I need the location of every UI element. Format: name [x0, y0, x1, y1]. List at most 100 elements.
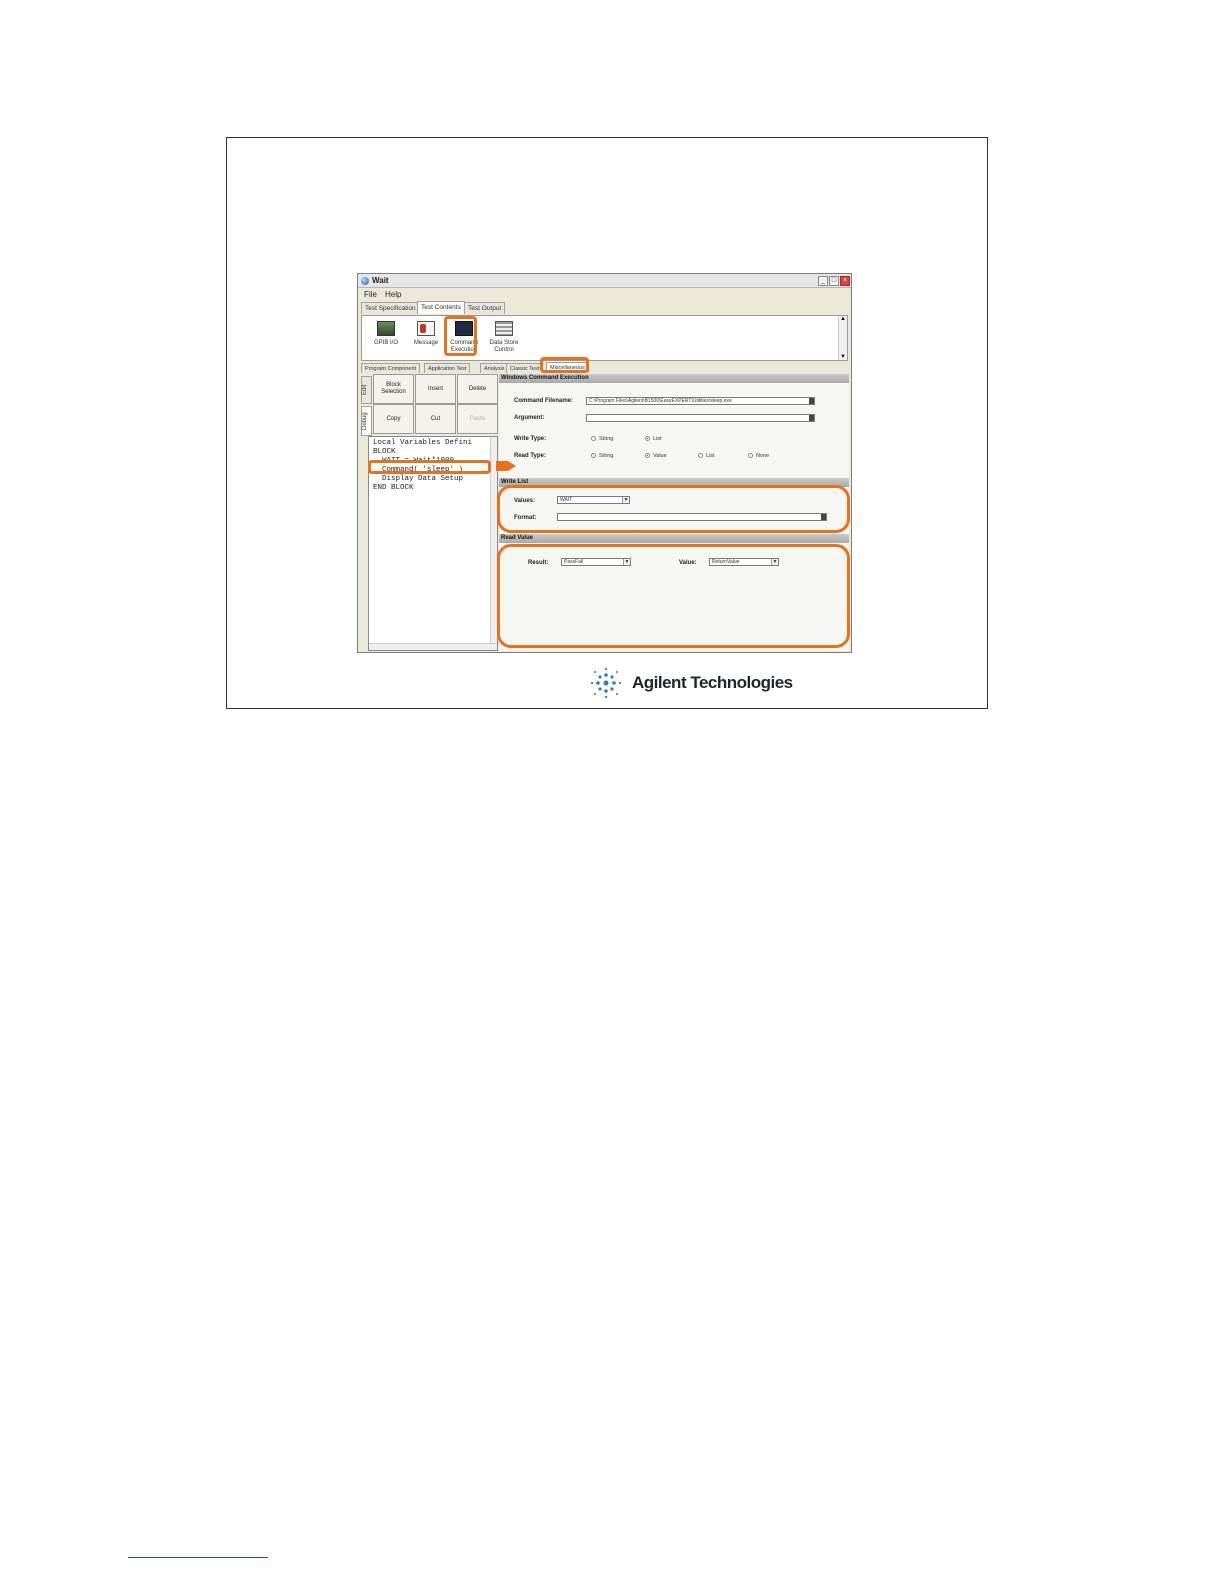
value-label: Value: — [679, 560, 697, 566]
tab-test-specification[interactable]: Test Specification — [361, 302, 420, 314]
toolbox-scrollbar[interactable]: ▲ ▼ — [838, 316, 847, 360]
agilent-spark-icon — [590, 667, 622, 699]
radio-label: Value — [653, 453, 667, 459]
code-line-selected[interactable]: Command( 'sleep' ) — [373, 466, 463, 475]
tab-classic-test[interactable]: Classic Test — [506, 363, 544, 373]
toolbox: GPIB I/O Message Command Execution Data … — [361, 315, 848, 361]
message-icon — [417, 321, 435, 336]
result-dropdown[interactable]: PassFail ▼ — [561, 558, 631, 566]
menu-bar: File Help — [358, 289, 851, 300]
section-header-read-value: Read Value — [499, 534, 849, 543]
values-dropdown[interactable]: WAIT ▼ — [557, 496, 630, 504]
write-type-string-radio[interactable]: String — [591, 436, 613, 442]
tool-label: GPIB I/O — [373, 340, 398, 346]
section-header-write-list: Write List — [499, 478, 849, 487]
tab-test-output[interactable]: Test Output — [464, 302, 506, 314]
chevron-down-icon[interactable]: ▼ — [622, 497, 629, 503]
command-execution-icon — [455, 321, 473, 336]
read-type-label: Read Type: — [514, 453, 546, 459]
tool-label: Message — [413, 340, 439, 346]
code-line[interactable]: BLOCK — [373, 448, 396, 457]
arrow-right-icon — [496, 461, 516, 471]
command-filename-label: Command Filename: — [514, 398, 574, 404]
radio-off-icon — [698, 453, 703, 459]
close-button[interactable]: × — [840, 276, 850, 286]
radio-off-icon — [748, 453, 753, 459]
browse-icon[interactable] — [809, 398, 814, 404]
radio-label: List — [653, 436, 662, 442]
chevron-down-icon[interactable]: ▼ — [771, 559, 778, 565]
gpib-icon — [377, 321, 395, 336]
tool-gpib-io[interactable]: GPIB I/O — [366, 319, 406, 359]
read-type-value-radio[interactable]: Value — [645, 453, 667, 459]
menu-file[interactable]: File — [364, 290, 377, 299]
window-title: Wait — [372, 276, 389, 285]
value-selected: ReturnValue — [712, 559, 740, 565]
arrow-head — [508, 461, 516, 471]
paste-button[interactable]: Paste — [457, 404, 498, 434]
maximize-button[interactable]: □ — [829, 276, 839, 286]
radio-on-icon — [645, 453, 650, 459]
app-icon — [361, 277, 369, 285]
footer-rule — [128, 1557, 268, 1558]
agilent-wordmark: Agilent Technologies — [632, 673, 793, 692]
tool-label: Data Store Control — [489, 340, 519, 353]
tool-data-store-control[interactable]: Data Store Control — [484, 319, 524, 359]
tab-test-contents[interactable]: Test Contents — [417, 301, 465, 314]
values-selected: WAIT — [560, 497, 573, 503]
tool-command-execution[interactable]: Command Execution — [444, 319, 484, 359]
edit-button-grid: Block Selection Insert Delete Copy Cut P… — [373, 374, 498, 434]
properties-pane: Windows Command Execution Command Filena… — [499, 374, 849, 651]
code-line[interactable]: END BLOCK — [373, 484, 414, 493]
tool-label: Command Execution — [450, 340, 478, 353]
insert-button[interactable]: Insert — [415, 374, 456, 404]
scroll-up-icon[interactable]: ▲ — [839, 316, 847, 322]
menu-help[interactable]: Help — [385, 290, 401, 299]
radio-off-icon — [591, 453, 596, 459]
copy-button[interactable]: Copy — [373, 404, 414, 434]
tab-program-component[interactable]: Program Component — [361, 363, 421, 373]
write-type-list-radio[interactable]: List — [645, 436, 662, 442]
format-field[interactable] — [557, 513, 827, 521]
code-horizontal-scrollbar[interactable] — [369, 643, 497, 650]
value-dropdown[interactable]: ReturnValue ▼ — [709, 558, 779, 566]
side-tab-edit[interactable]: Edit — [361, 376, 372, 404]
browse-icon[interactable] — [821, 514, 826, 520]
minimize-button[interactable]: _ — [818, 276, 828, 286]
radio-label: String — [599, 453, 614, 459]
side-tab-debug[interactable]: Debug — [361, 406, 372, 436]
code-line[interactable]: Local Variables Defini — [373, 439, 472, 448]
browse-icon[interactable] — [809, 415, 814, 421]
code-line[interactable]: WAIT = Wait*1000 — [373, 457, 454, 466]
radio-label: List — [706, 453, 715, 459]
command-filename-field[interactable]: C:\Program Files\Agilent\B1500\EasyEXPER… — [586, 397, 815, 405]
scroll-down-icon[interactable]: ▼ — [839, 354, 847, 360]
argument-field[interactable] — [586, 414, 815, 422]
write-type-label: Write Type: — [514, 436, 547, 442]
block-selection-button[interactable]: Block Selection — [373, 374, 414, 404]
radio-on-icon — [645, 436, 650, 442]
arrow-shaft — [496, 461, 508, 471]
title-bar[interactable]: Wait _ □ × — [358, 274, 851, 288]
tab-miscellaneous[interactable]: Miscellaneous — [546, 362, 589, 373]
code-line[interactable]: Display Data Setup — [373, 475, 463, 484]
delete-button[interactable]: Delete — [457, 374, 498, 404]
program-code-listing[interactable]: Local Variables Defini BLOCK WAIT = Wait… — [368, 436, 498, 651]
cut-button[interactable]: Cut — [415, 404, 456, 434]
read-type-none-radio[interactable]: None — [748, 453, 769, 459]
tab-analysis[interactable]: Analysis — [480, 363, 509, 373]
argument-label: Argument: — [514, 415, 545, 421]
radio-off-icon — [591, 436, 596, 442]
tool-message[interactable]: Message — [406, 319, 446, 359]
radio-label: String — [599, 436, 614, 442]
program-editor-pane: Edit Debug Block Selection Insert Delete… — [361, 374, 498, 651]
tab-application-test[interactable]: Application Test — [424, 363, 471, 373]
result-selected: PassFail — [564, 559, 584, 565]
read-type-string-radio[interactable]: String — [591, 453, 613, 459]
values-label: Values: — [514, 498, 536, 504]
read-type-list-radio[interactable]: List — [698, 453, 715, 459]
radio-label: None — [756, 453, 770, 459]
command-filename-value: C:\Program Files\Agilent\B1500\EasyEXPER… — [589, 398, 732, 404]
chevron-down-icon[interactable]: ▼ — [623, 559, 630, 565]
section-header-command-execution: Windows Command Execution — [499, 374, 849, 383]
